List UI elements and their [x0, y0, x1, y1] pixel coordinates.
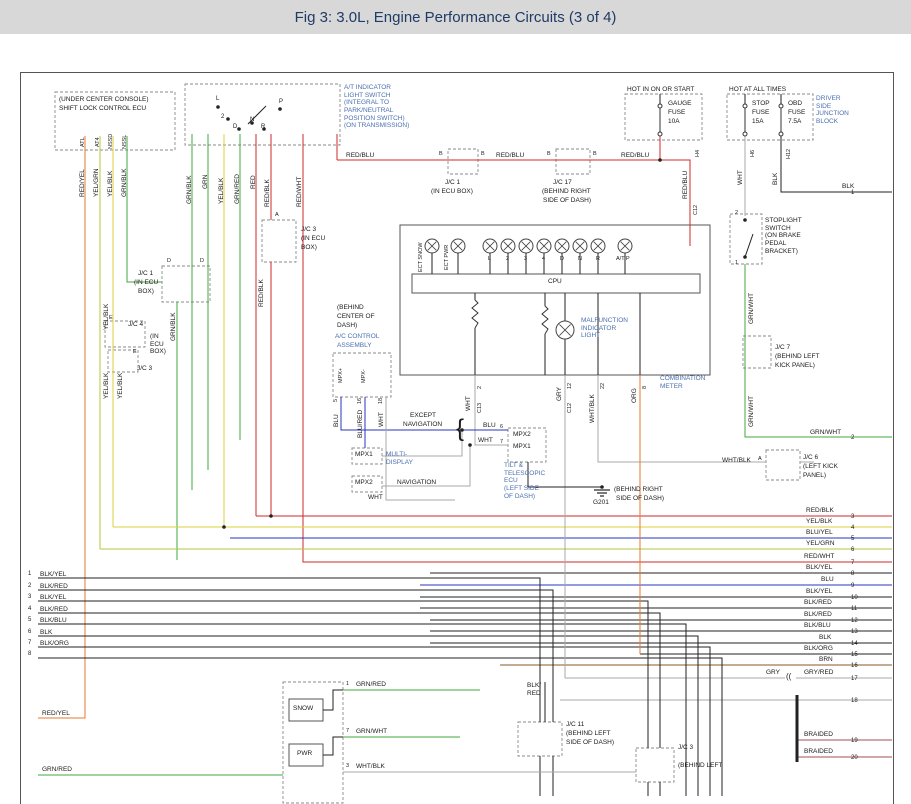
fuse-icon — [743, 104, 747, 108]
box-md-mpx2 — [352, 476, 382, 492]
wire-grn-wht — [745, 264, 892, 437]
junction-dot — [743, 255, 747, 259]
wire-md-link-2 — [382, 445, 470, 486]
resistor-icon — [542, 306, 548, 334]
box-jc17 — [556, 149, 590, 174]
box-jc3-bottom — [636, 748, 674, 782]
box-jc7 — [743, 336, 771, 368]
fuse-icon — [658, 132, 662, 136]
resistor-icon — [472, 300, 478, 328]
junction-dot — [600, 485, 604, 489]
box-md-mpx1 — [352, 448, 382, 464]
junction-dot — [278, 107, 282, 111]
fuse-icon — [743, 132, 747, 136]
box-jc11 — [518, 722, 562, 756]
box-pwr-button — [289, 744, 323, 766]
wire-row5 — [38, 624, 686, 796]
wire-grn-blk-a — [127, 136, 162, 282]
wire-ac-blu — [341, 397, 508, 430]
box-jc1-left — [162, 266, 210, 302]
box-shift-lock-ecu — [55, 92, 175, 150]
wiring-diagram-canvas — [0, 0, 911, 804]
box-cpu — [412, 274, 700, 293]
junction-dot — [226, 117, 230, 121]
box-tilt-ecu-conn — [508, 428, 546, 462]
junction-dot — [250, 121, 254, 125]
wire-row4 — [38, 613, 660, 748]
wire-red-blu-h — [337, 160, 690, 225]
junction-dot — [216, 105, 220, 109]
wire-row2 — [38, 590, 553, 722]
box-jc1-mid — [448, 149, 478, 174]
box-jc3-top — [262, 220, 296, 262]
wire-ac-wht — [386, 397, 455, 500]
wire-snow-link — [323, 690, 343, 710]
junction-dot — [237, 127, 241, 131]
box-stop-obd-fuse-block — [727, 94, 813, 140]
box-snow-button — [289, 699, 323, 721]
wire-row7 — [38, 647, 710, 796]
wire-md-link-1 — [382, 430, 462, 456]
junction-dot — [460, 428, 464, 432]
junction-dot — [262, 127, 266, 131]
wire-row3 — [38, 601, 648, 748]
junction-dot — [222, 525, 226, 529]
junction-dot — [468, 443, 472, 447]
fuse-icon — [658, 104, 662, 108]
box-gauge-fuse-block — [625, 94, 702, 140]
wire-obd-blk — [781, 136, 892, 192]
wire-meter-wht-blk — [598, 375, 766, 462]
wire-stop-lever — [745, 234, 753, 257]
box-jc6 — [766, 450, 800, 480]
wire-red-yel — [38, 136, 85, 718]
box-ac-control — [333, 353, 391, 397]
box-jc4 — [105, 321, 145, 347]
wire-pwr-link — [323, 737, 343, 755]
wire-at-lever — [248, 106, 266, 124]
junction-dot — [658, 158, 662, 162]
fuse-icon — [779, 104, 783, 108]
junction-dot — [743, 218, 747, 222]
junction-dot — [269, 514, 273, 518]
fuse-icon — [779, 132, 783, 136]
box-ect-panel — [283, 682, 343, 803]
wire-meter-wht — [475, 375, 508, 445]
